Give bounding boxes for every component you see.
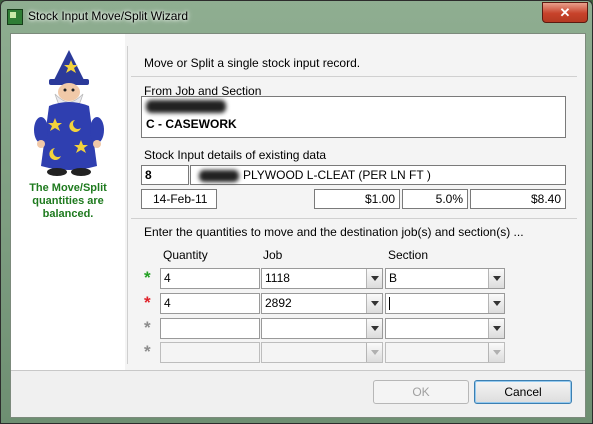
- section-combobox-4: [385, 342, 505, 363]
- intro-text: Move or Split a single stock input recor…: [144, 56, 361, 70]
- intro-divider: [131, 76, 577, 77]
- cancel-button[interactable]: Cancel: [474, 380, 572, 404]
- window-title: Stock Input Move/Split Wizard: [28, 9, 189, 23]
- total-value: $8.40: [530, 192, 561, 206]
- section-value-1: B: [389, 271, 398, 285]
- row-marker-3: *: [144, 318, 151, 337]
- existing-quantity-value: 8: [145, 168, 152, 182]
- unit-price-field: $1.00: [314, 189, 400, 209]
- total-field: $8.40: [470, 189, 566, 209]
- quantity-input-3[interactable]: [160, 318, 260, 339]
- job-value-1: 1118: [265, 271, 290, 285]
- chevron-down-icon[interactable]: [366, 319, 382, 338]
- unit-price-value: $1.00: [364, 192, 395, 206]
- text-cursor: [389, 297, 390, 310]
- title-bar[interactable]: Stock Input Move/Split Wizard ✕: [1, 1, 592, 33]
- chevron-down-icon[interactable]: [488, 294, 504, 313]
- item-description-field: PLYWOOD L-CLEAT (PER LN FT ): [190, 165, 566, 185]
- item-code-redacted: [199, 168, 239, 182]
- quantity-value-1: 4: [164, 271, 171, 285]
- wizard-window: Stock Input Move/Split Wizard ✕ The Move…: [0, 0, 593, 424]
- row-marker-4: *: [144, 342, 151, 361]
- job-value-2: 2892: [265, 296, 292, 310]
- chevron-down-icon[interactable]: [488, 319, 504, 338]
- section-combobox-2[interactable]: [385, 293, 505, 314]
- job-combobox-2[interactable]: 2892: [261, 293, 383, 314]
- app-icon: [7, 9, 23, 25]
- from-job-redacted: [146, 100, 226, 113]
- row-marker-2: *: [144, 293, 151, 312]
- section-combobox-3[interactable]: [385, 318, 505, 339]
- chevron-down-icon[interactable]: [366, 294, 382, 313]
- quantity-input-4: [160, 342, 260, 363]
- chevron-down-icon[interactable]: [488, 269, 504, 288]
- column-header-quantity: Quantity: [163, 248, 208, 262]
- vertical-divider: [127, 46, 128, 364]
- job-combobox-3[interactable]: [261, 318, 383, 339]
- dialog-client-area: The Move/Split quantities are balanced. …: [10, 33, 586, 418]
- row-marker-1: *: [144, 268, 151, 287]
- quantity-input-1[interactable]: 4: [160, 268, 260, 289]
- content-panel: The Move/Split quantities are balanced. …: [11, 34, 585, 370]
- chevron-down-icon: [366, 343, 382, 362]
- item-description-value: PLYWOOD L-CLEAT (PER LN FT ): [243, 168, 431, 182]
- quantity-value-2: 4: [164, 296, 171, 310]
- chevron-down-icon[interactable]: [366, 269, 382, 288]
- close-button[interactable]: ✕: [542, 2, 588, 23]
- ok-button[interactable]: OK: [373, 380, 469, 404]
- column-header-job: Job: [263, 248, 283, 262]
- date-value: 14-Feb-11: [153, 192, 208, 206]
- stock-details-label: Stock Input details of existing data: [144, 148, 327, 162]
- section-combobox-1[interactable]: B: [385, 268, 505, 289]
- quantity-input-2[interactable]: 4: [160, 293, 260, 314]
- wizard-illustration: [34, 50, 104, 176]
- markup-value: 5.0%: [435, 192, 463, 206]
- column-header-section: Section: [388, 248, 429, 262]
- job-combobox-4: [261, 342, 383, 363]
- date-field: 14-Feb-11: [141, 189, 217, 209]
- instructions-text: Enter the quantities to move and the des…: [144, 225, 524, 239]
- details-divider: [131, 218, 577, 219]
- from-job-section-box: C - CASEWORK: [141, 96, 566, 138]
- existing-quantity-field: 8: [141, 165, 189, 185]
- markup-field: 5.0%: [402, 189, 468, 209]
- chevron-down-icon: [488, 343, 504, 362]
- from-section-value: C - CASEWORK: [146, 117, 237, 131]
- button-area-divider: [11, 370, 585, 371]
- wizard-image-pane: The Move/Split quantities are balanced.: [11, 34, 125, 370]
- balance-status-message: The Move/Split quantities are balanced.: [29, 182, 107, 220]
- job-combobox-1[interactable]: 1118: [261, 268, 383, 289]
